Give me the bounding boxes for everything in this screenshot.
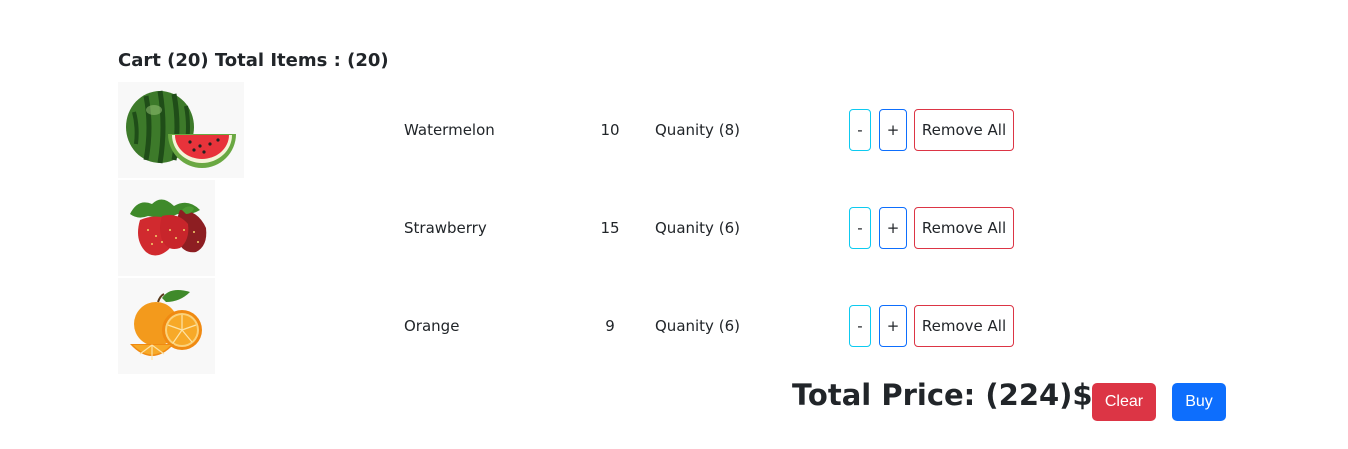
remove-all-button[interactable]: Remove All — [914, 207, 1014, 249]
item-name: Watermelon — [404, 121, 495, 139]
remove-all-button[interactable]: Remove All — [914, 305, 1014, 347]
cart-label: Cart — [118, 50, 161, 71]
decrease-quantity-button[interactable]: - — [849, 207, 871, 249]
item-price: 9 — [605, 317, 615, 335]
quantity-value: (8) — [718, 121, 740, 139]
orange-image — [118, 278, 215, 374]
cart-item-orange: Orange 9 Quanity (6) - + Remove All — [118, 278, 1118, 374]
item-quantity: Quanity (6) — [655, 218, 740, 238]
total-items-count: (20) — [347, 50, 389, 71]
total-items-label: Total Items : — [214, 50, 341, 71]
strawberry-image — [118, 180, 215, 276]
buy-button[interactable]: Buy — [1172, 383, 1226, 421]
increase-quantity-button[interactable]: + — [879, 207, 907, 249]
total-price-value: (224)$ — [985, 378, 1093, 412]
remove-all-button[interactable]: Remove All — [914, 109, 1014, 151]
item-name: Orange — [404, 317, 460, 335]
quantity-label: Quanity — [655, 317, 714, 335]
item-price: 15 — [600, 219, 620, 237]
item-price: 10 — [600, 121, 620, 139]
item-quantity: Quanity (8) — [655, 120, 740, 140]
quantity-value: (6) — [718, 219, 740, 237]
decrease-quantity-button[interactable]: - — [849, 305, 871, 347]
quantity-value: (6) — [718, 317, 740, 335]
cart-item-watermelon: Watermelon 10 Quanity (8) - + Remove All — [118, 82, 1118, 178]
quantity-label: Quanity — [655, 121, 714, 139]
item-quantity: Quanity (6) — [655, 316, 740, 336]
cart-page: Cart (20) Total Items : (20) Watermelon … — [0, 0, 1348, 449]
cart-heading: Cart (20) Total Items : (20) — [118, 49, 389, 73]
cart-count: (20) — [167, 50, 209, 71]
watermelon-image — [118, 82, 244, 178]
item-name: Strawberry — [404, 219, 487, 237]
increase-quantity-button[interactable]: + — [879, 305, 907, 347]
quantity-label: Quanity — [655, 219, 714, 237]
clear-button[interactable]: Clear — [1092, 383, 1156, 421]
total-price: Total Price: (224)$ — [792, 376, 1093, 414]
decrease-quantity-button[interactable]: - — [849, 109, 871, 151]
total-price-label: Total Price: — [792, 378, 976, 412]
cart-item-strawberry: Strawberry 15 Quanity (6) - + Remove All — [118, 180, 1118, 276]
increase-quantity-button[interactable]: + — [879, 109, 907, 151]
